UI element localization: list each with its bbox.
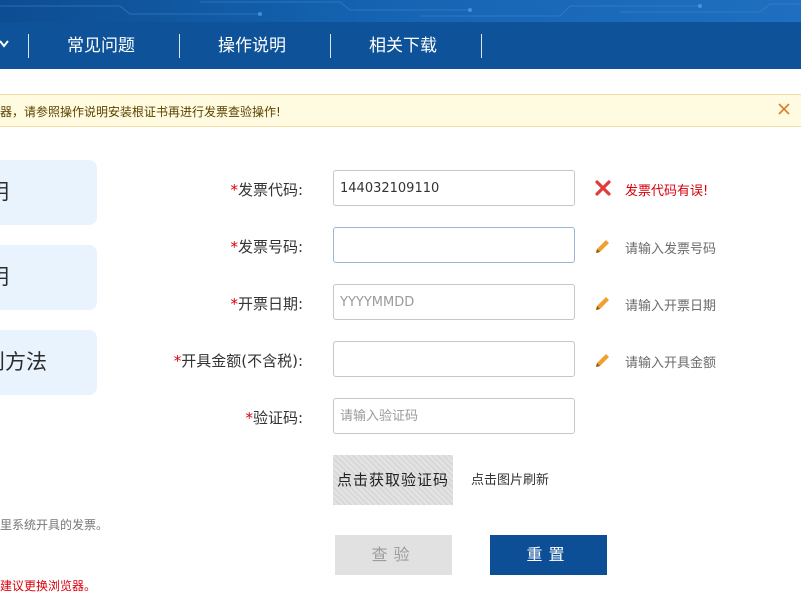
nav-item-downloads[interactable]: 相关下载 bbox=[369, 34, 437, 58]
reset-button[interactable]: 重置 bbox=[490, 535, 607, 575]
pencil-icon bbox=[596, 354, 609, 367]
side-card-label: 明 bbox=[0, 245, 9, 310]
nav-item-instructions[interactable]: 操作说明 bbox=[218, 34, 286, 58]
pencil-icon bbox=[596, 297, 609, 310]
invoice-number-label: *发票号码: bbox=[230, 238, 303, 256]
circuit-pattern bbox=[0, 1, 801, 17]
nav-divider bbox=[330, 34, 331, 58]
invoice-code-error: 发票代码有误! bbox=[625, 184, 709, 199]
top-nav: 常见问题 操作说明 相关下载 bbox=[0, 22, 801, 69]
issue-date-label: *开票日期: bbox=[230, 295, 303, 313]
nav-divider bbox=[28, 34, 29, 58]
required-mark: * bbox=[245, 409, 253, 427]
required-mark: * bbox=[230, 181, 238, 199]
invoice-code-input[interactable] bbox=[333, 170, 575, 206]
notice-text: 器，请参照操作说明安装根证书再进行发票查验操作! bbox=[0, 105, 281, 119]
required-mark: * bbox=[230, 295, 238, 313]
side-card-label: 则方法 bbox=[0, 350, 47, 374]
header-banner bbox=[0, 0, 801, 22]
required-mark: * bbox=[230, 238, 238, 256]
side-card-1[interactable]: 明 bbox=[0, 160, 97, 225]
pencil-icon bbox=[596, 240, 609, 253]
captcha-refresh-hint: 点击图片刷新 bbox=[471, 473, 550, 488]
check-button[interactable]: 查验 bbox=[335, 535, 452, 575]
notice-bar: 器，请参照操作说明安装根证书再进行发票查验操作! bbox=[0, 94, 801, 127]
amount-input[interactable] bbox=[333, 341, 575, 377]
invoice-number-hint-text: 请输入发票号码 bbox=[625, 242, 717, 257]
side-card-2[interactable]: 明 bbox=[0, 245, 97, 310]
issue-date-input[interactable] bbox=[333, 284, 575, 320]
chevron-down-icon[interactable] bbox=[0, 38, 12, 50]
side-card-3[interactable]: 则方法 bbox=[0, 330, 97, 395]
close-icon[interactable] bbox=[775, 100, 793, 118]
nav-divider bbox=[481, 34, 482, 58]
captcha-input[interactable] bbox=[333, 398, 575, 434]
side-warning: 建议更换浏览器。 bbox=[0, 579, 97, 593]
invoice-code-label: *发票代码: bbox=[230, 181, 303, 199]
amount-label: *开具金额(不含税): bbox=[173, 352, 303, 370]
error-x-icon bbox=[595, 180, 611, 196]
amount-hint-text: 请输入开具金额 bbox=[625, 356, 717, 371]
issue-date-hint-text: 请输入开票日期 bbox=[625, 299, 717, 314]
captcha-image[interactable]: 点击获取验证码 bbox=[333, 455, 453, 505]
invoice-number-input[interactable] bbox=[333, 227, 575, 263]
side-card-label: 明 bbox=[0, 160, 9, 225]
nav-item-faq[interactable]: 常见问题 bbox=[67, 34, 135, 58]
captcha-label: *验证码: bbox=[245, 409, 303, 427]
nav-divider bbox=[179, 34, 180, 58]
side-note: 里系统开具的发票。 bbox=[0, 518, 109, 532]
